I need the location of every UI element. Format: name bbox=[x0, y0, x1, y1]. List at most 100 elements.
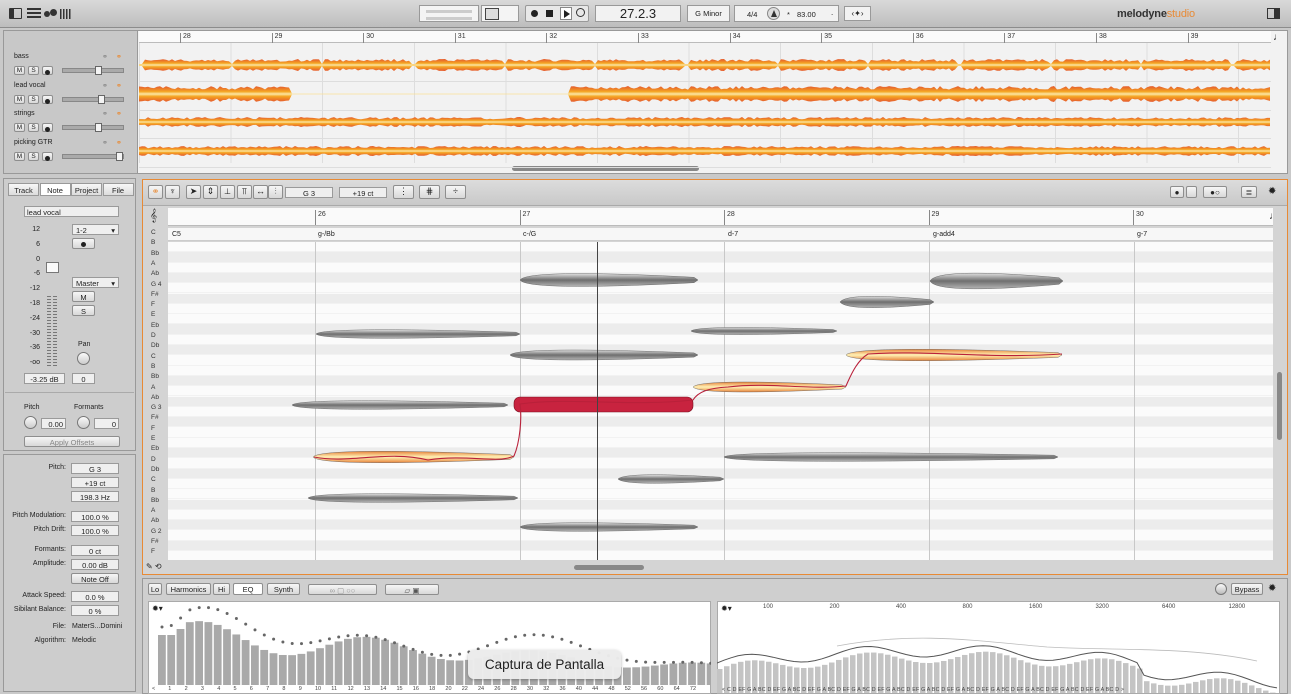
slider-thumb[interactable] bbox=[98, 94, 105, 104]
center-icon[interactable]: ÷ bbox=[445, 185, 466, 199]
input-select[interactable]: 1-2 ▾ bbox=[72, 224, 119, 235]
quantize-time-icon[interactable]: ⋕ bbox=[419, 185, 440, 199]
record-arm-button[interactable] bbox=[72, 238, 95, 249]
track-solo-button[interactable]: S bbox=[28, 94, 39, 104]
track-name-field[interactable]: lead vocal bbox=[24, 206, 119, 217]
track-volume-slider[interactable] bbox=[62, 123, 124, 132]
metronome-icon[interactable] bbox=[767, 7, 780, 20]
track-solo-button[interactable]: S bbox=[28, 151, 39, 161]
note-blob[interactable] bbox=[519, 522, 699, 532]
editor-settings-icon[interactable]: ✹ bbox=[1268, 186, 1276, 197]
tab-note[interactable]: Note bbox=[39, 183, 71, 196]
note-blob[interactable] bbox=[291, 400, 509, 410]
track-mute-button[interactable]: M bbox=[14, 94, 25, 104]
tab-file[interactable]: File bbox=[102, 183, 134, 196]
slider-thumb[interactable] bbox=[95, 66, 102, 75]
track-link-icon[interactable]: ⚭ bbox=[116, 82, 122, 90]
inspector-toggle-icon[interactable] bbox=[1267, 8, 1280, 19]
cents-value-field[interactable]: +19 ct bbox=[71, 477, 119, 488]
blob-view-icon[interactable]: ● bbox=[1170, 186, 1184, 198]
solo-button[interactable]: S bbox=[72, 305, 95, 316]
sound-tab-synth[interactable]: Synth bbox=[267, 583, 300, 595]
track-link-icon[interactable]: ⚭ bbox=[102, 53, 108, 61]
track-mute-button[interactable]: M bbox=[14, 66, 25, 75]
track-solo-button[interactable]: S bbox=[28, 66, 39, 75]
chord-label[interactable]: g-add4 bbox=[933, 231, 955, 238]
tab-project[interactable]: Project bbox=[71, 183, 102, 196]
power-icon[interactable] bbox=[1215, 583, 1227, 595]
amplitude-tool-icon[interactable]: ⫪ bbox=[237, 185, 252, 199]
chord-label[interactable]: g-/Bb bbox=[318, 231, 335, 238]
track-record-button[interactable] bbox=[42, 94, 53, 104]
apply-offsets-button[interactable]: Apply Offsets bbox=[24, 436, 120, 447]
scale-icon[interactable]: ♆ bbox=[165, 185, 180, 199]
view-layout-icon[interactable] bbox=[9, 8, 22, 19]
formant-tool-icon[interactable]: ⊥ bbox=[220, 185, 235, 199]
track-link-icon[interactable]: ⚭ bbox=[116, 110, 122, 118]
note-blob[interactable] bbox=[723, 452, 1059, 462]
note-off-button[interactable]: Note Off bbox=[71, 573, 119, 584]
frame-view-icon[interactable] bbox=[1186, 186, 1197, 198]
bypass-button[interactable]: Bypass bbox=[1231, 583, 1263, 595]
track-link-icon[interactable]: ⚭ bbox=[102, 110, 108, 118]
sound-tab-hi[interactable]: Hi bbox=[213, 583, 230, 595]
pitch-value-field[interactable]: G 3 bbox=[71, 463, 119, 474]
links-view-icon[interactable]: ●○ bbox=[1203, 186, 1227, 198]
loop-icon[interactable] bbox=[576, 8, 585, 17]
chord-label[interactable]: d-7 bbox=[728, 231, 738, 238]
note-blob[interactable] bbox=[315, 329, 521, 339]
stop-button[interactable] bbox=[546, 10, 553, 17]
note-blob[interactable] bbox=[690, 327, 838, 335]
link-icon[interactable]: ∞ ▢ ○○ bbox=[308, 584, 377, 595]
track-link-icon[interactable]: ⚭ bbox=[102, 82, 108, 90]
formant-offset-field[interactable]: 0 bbox=[94, 418, 119, 429]
sibilant-balance-field[interactable]: 0 % bbox=[71, 605, 119, 616]
pitch-drift-field[interactable]: 100.0 % bbox=[71, 525, 119, 536]
note-blob[interactable] bbox=[509, 349, 699, 361]
note-blob-selected[interactable] bbox=[513, 396, 694, 413]
meter-view-icon[interactable] bbox=[60, 9, 72, 19]
track-link-icon[interactable]: ⚭ bbox=[116, 53, 122, 61]
list-view-icon[interactable]: ≣ bbox=[1241, 186, 1257, 198]
track-volume-slider[interactable] bbox=[62, 94, 124, 104]
pitch-offset-field[interactable]: 0.00 bbox=[41, 418, 66, 429]
amplitude-value-field[interactable]: 0.00 dB bbox=[71, 559, 119, 570]
note-blob[interactable] bbox=[617, 474, 725, 484]
track-record-button[interactable] bbox=[42, 66, 53, 75]
record-window-button[interactable] bbox=[481, 5, 519, 22]
slider-thumb[interactable] bbox=[95, 123, 102, 132]
view-mode-icon[interactable]: ▱ ▣ bbox=[385, 584, 439, 595]
attack-speed-field[interactable]: 0.0 % bbox=[71, 591, 119, 602]
track-link-icon[interactable]: ⚭ bbox=[116, 139, 122, 147]
track-volume-slider[interactable] bbox=[62, 66, 124, 75]
note-blob[interactable] bbox=[929, 272, 1064, 290]
sound-settings-icon[interactable]: ✹ bbox=[1268, 583, 1276, 594]
note-blob[interactable] bbox=[307, 493, 519, 503]
tab-track[interactable]: Track bbox=[8, 183, 39, 196]
track-solo-button[interactable]: S bbox=[28, 123, 39, 132]
play-button[interactable] bbox=[560, 7, 572, 20]
track-mute-button[interactable]: M bbox=[14, 123, 25, 132]
time-tool-icon[interactable]: ↔ bbox=[253, 185, 268, 199]
separation-tool-icon[interactable]: ⫶ bbox=[268, 185, 283, 199]
pan-knob[interactable] bbox=[77, 352, 90, 365]
sound-tab-eq[interactable]: EQ bbox=[233, 583, 263, 595]
pan-field[interactable]: 0 bbox=[72, 373, 95, 384]
pitch-tool-icon[interactable]: ⇕ bbox=[203, 185, 218, 199]
track-record-button[interactable] bbox=[42, 123, 53, 132]
track-link-icon[interactable]: ⚭ bbox=[102, 139, 108, 147]
quantize-pitch-icon[interactable]: ⋮ bbox=[393, 185, 414, 199]
pitch-modulation-field[interactable]: 100.0 % bbox=[71, 511, 119, 522]
editor-hscrollbar[interactable] bbox=[574, 565, 644, 570]
mute-button[interactable]: M bbox=[72, 291, 95, 302]
chord-label[interactable]: C5 bbox=[172, 231, 181, 238]
tempo-detect-button[interactable]: ‹✦› bbox=[844, 6, 871, 21]
main-tool-icon[interactable]: ➤ bbox=[186, 185, 201, 199]
meter-display[interactable]: 4/4 bbox=[747, 10, 757, 19]
track-mute-button[interactable]: M bbox=[14, 151, 25, 161]
note-blob[interactable] bbox=[839, 296, 935, 308]
link-editor-icon[interactable]: ⚭ bbox=[148, 185, 163, 199]
frequency-value-field[interactable]: 198.3 Hz bbox=[71, 491, 119, 502]
editor-vscrollbar[interactable] bbox=[1277, 372, 1282, 440]
note-blob[interactable] bbox=[519, 273, 699, 287]
